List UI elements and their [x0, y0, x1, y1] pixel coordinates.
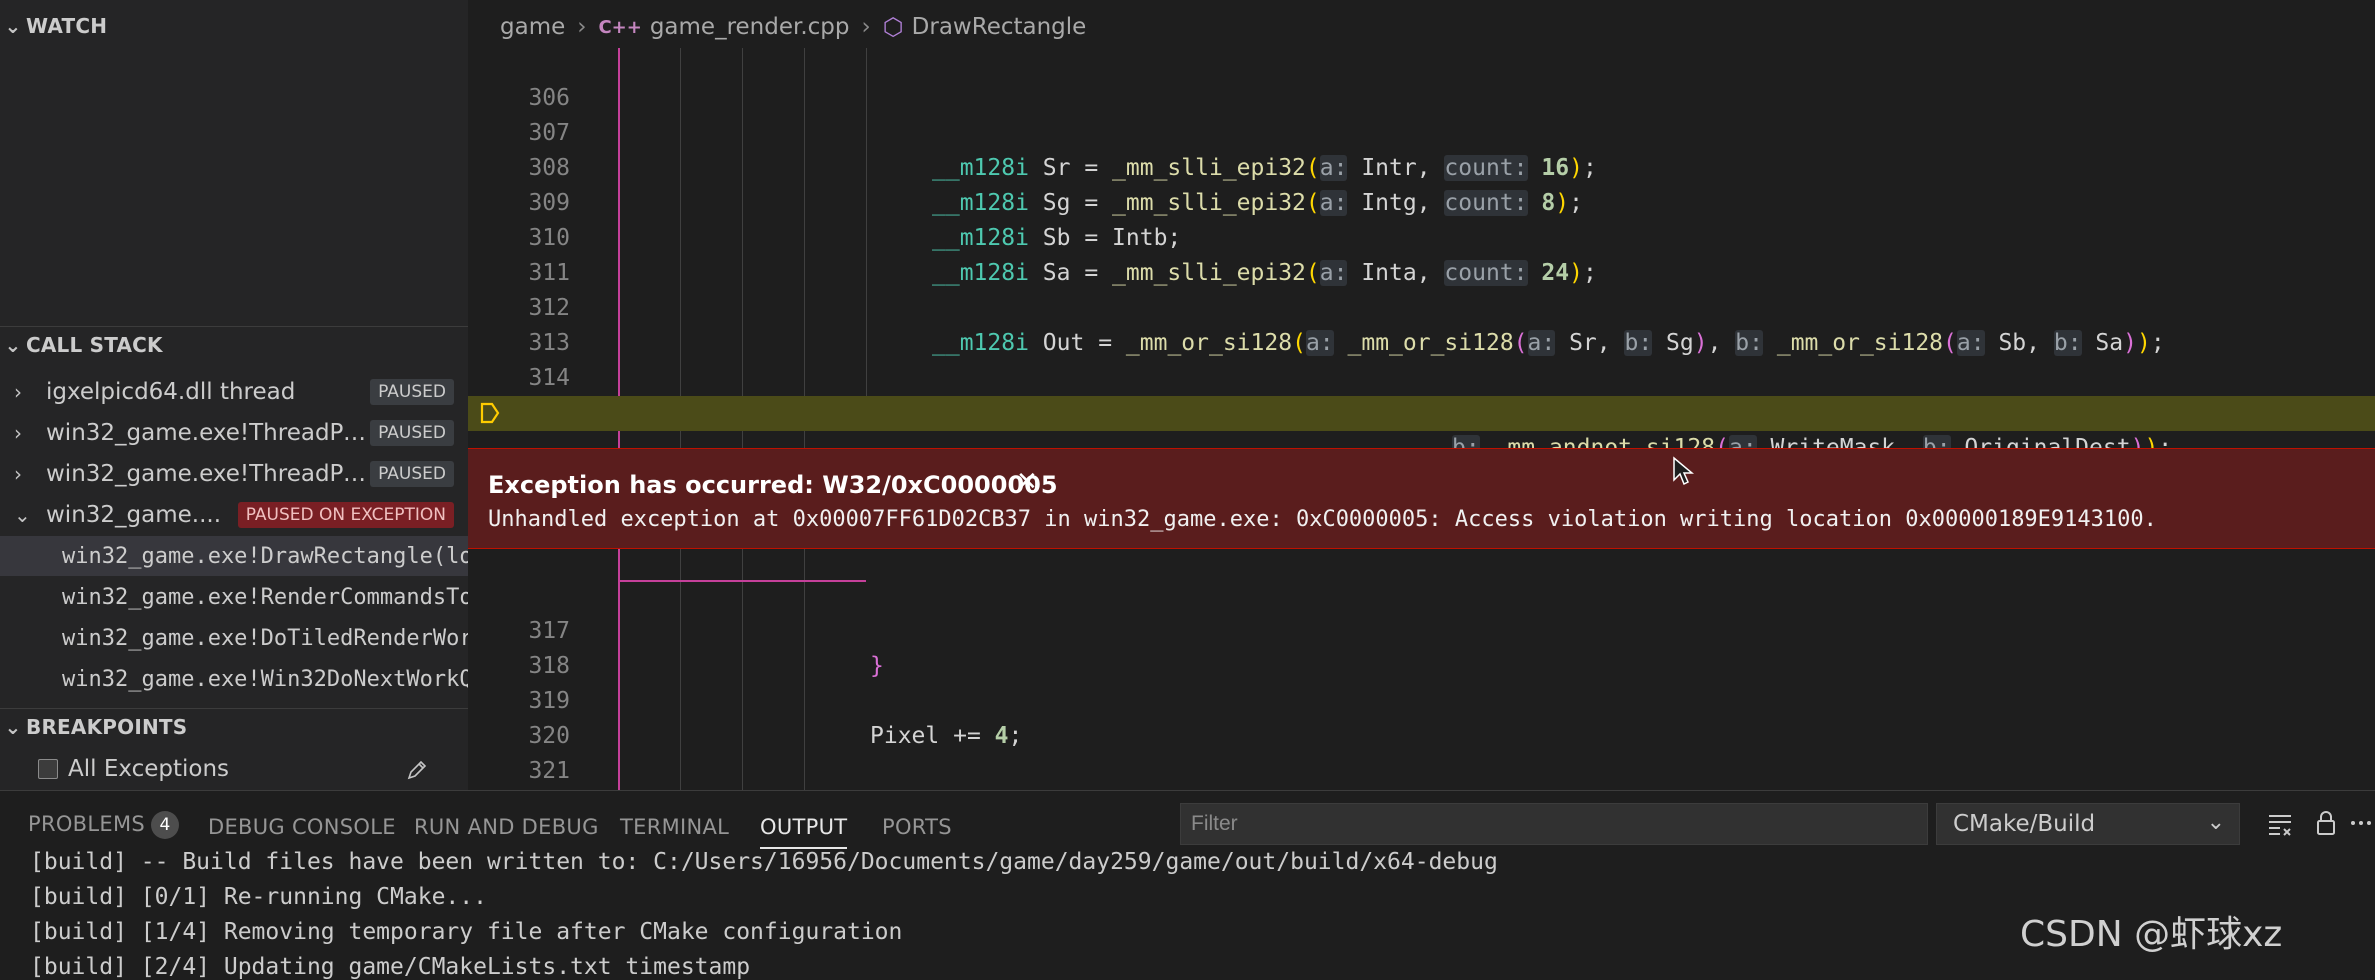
more-actions-icon[interactable]	[2350, 809, 2372, 837]
code-editor: game › C++ game_render.cpp › ⬡ DrawRecta…	[468, 0, 2375, 790]
code-line[interactable]: 314 __m128i MaskedOut = _mm_or_si128(a: …	[468, 326, 2375, 426]
code-line[interactable]: 311	[468, 221, 2375, 286]
breakpoints-title: BREAKPOINTS	[26, 715, 188, 739]
output-filter-input[interactable]	[1180, 803, 1928, 845]
output-line: [build] [1/4] Removing temporary file af…	[30, 919, 903, 945]
status-badge-exception: PAUSED ON EXCEPTION	[237, 502, 454, 528]
chevron-down-icon: ⌄	[4, 14, 22, 38]
breadcrumb-symbol[interactable]: DrawRectangle	[912, 14, 1087, 40]
stack-frame[interactable]: win32_game.exe!RenderCommandsTo	[0, 577, 468, 617]
breakpoints-section-header[interactable]: ⌄ BREAKPOINTS	[0, 709, 468, 745]
status-badge: PAUSED	[370, 420, 454, 446]
mouse-pointer-icon	[1673, 456, 1694, 486]
tab-debug-console[interactable]: DEBUG CONSOLE	[208, 815, 396, 839]
code-line[interactable]: 319 Pixel += 4;	[468, 649, 2375, 749]
exception-message: Unhandled exception at 0x00007FF61D02CB3…	[488, 507, 2157, 532]
chevron-down-icon: ⌄	[14, 503, 31, 527]
debug-sidebar: ⌄ WATCH ⌄ CALL STACK › igxelpicd64.dll t…	[0, 0, 468, 790]
status-badge: PAUSED	[370, 379, 454, 405]
thread-label: win32_game.exe!ThreadPr...	[46, 461, 371, 487]
thread-label: win32_game.exe!ThreadPr...	[46, 420, 371, 446]
method-cube-icon: ⬡	[882, 13, 904, 41]
chevron-down-icon: ⌄	[4, 715, 22, 739]
thread-row[interactable]: › win32_game.exe!ThreadPr... PAUSED	[0, 454, 468, 494]
exception-title: Exception has occurred: W32/0xC0000005	[488, 471, 1058, 499]
output-line: [build] [0/1] Re-running CMake...	[30, 884, 487, 910]
code-line[interactable]: 321 if ((XI + 8) < MaxX) {	[468, 719, 2375, 784]
breakpoint-all-exceptions[interactable]: All Exceptions	[0, 749, 468, 789]
output-channel-select[interactable]: CMake/Build ⌄	[1936, 803, 2240, 845]
cpp-file-icon: C++	[598, 16, 642, 38]
code-line[interactable]: 315 b: _mm_andnot_si128(a: WriteMask, b:…	[468, 361, 2375, 461]
stack-frame[interactable]: win32_game.exe!DrawRectangle(lo	[0, 536, 468, 576]
thread-row[interactable]: › igxelpicd64.dll thread PAUSED	[0, 372, 468, 412]
chevron-right-icon: ›	[577, 14, 587, 40]
code-line[interactable]: 308 __m128i Sg = _mm_slli_epi32(a: Intg,…	[468, 116, 2375, 216]
status-badge: PAUSED	[370, 461, 454, 487]
callstack-section-header[interactable]: ⌄ CALL STACK	[0, 327, 468, 363]
bottom-panel: PROBLEMS 4 DEBUG CONSOLE RUN AND DEBUG TE…	[0, 790, 2375, 980]
close-icon[interactable]: ✕	[1016, 467, 1038, 497]
watch-section-header[interactable]: ⌄ WATCH	[0, 8, 468, 44]
code-line[interactable]: 306	[468, 46, 2375, 111]
output-line: [build] -- Build files have been written…	[30, 849, 1498, 875]
code-line[interactable]: 322 ClipMask = _mm_set1_epi8(b: -1);	[468, 754, 2375, 789]
word-wrap-list-icon[interactable]	[2266, 809, 2294, 837]
stack-frame[interactable]: win32_game.exe!Win32DoNextWorkQ	[0, 659, 468, 699]
code-line[interactable]: 313	[468, 291, 2375, 356]
code-line[interactable]: 317 }	[468, 579, 2375, 679]
callstack-title: CALL STACK	[26, 333, 163, 357]
all-exceptions-checkbox[interactable]	[38, 759, 58, 779]
chevron-right-icon: ›	[14, 421, 22, 445]
tab-output[interactable]: OUTPUT	[760, 815, 848, 849]
lock-icon[interactable]	[2312, 809, 2340, 837]
paused-arrow-icon	[480, 402, 500, 424]
breadcrumb-folder[interactable]: game	[500, 14, 565, 40]
code-line[interactable]: 310 __m128i Sa = _mm_slli_epi32(a: Inta,…	[468, 186, 2375, 286]
code-line[interactable]: 320	[468, 684, 2375, 749]
tab-terminal[interactable]: TERMINAL	[620, 815, 729, 839]
chevron-right-icon: ›	[14, 462, 22, 486]
breadcrumb-file[interactable]: game_render.cpp	[650, 14, 850, 40]
stack-frame[interactable]: win32_game.exe!DoTiledRenderWor	[0, 618, 468, 658]
exception-widget: Exception has occurred: W32/0xC0000005 ✕…	[468, 448, 2375, 549]
edit-pencil-icon[interactable]	[404, 757, 430, 783]
code-line[interactable]: 309 __m128i Sb = Intb;	[468, 151, 2375, 251]
watch-title: WATCH	[26, 14, 108, 38]
thread-row-active[interactable]: ⌄ win32_game.... PAUSED ON EXCEPTION	[0, 495, 468, 535]
code-line[interactable]: 312 __m128i Out = _mm_or_si128(a: _mm_or…	[468, 256, 2375, 356]
output-line: [build] [2/4] Updating game/CMakeLists.t…	[30, 954, 751, 980]
chevron-right-icon: ›	[861, 14, 871, 40]
tab-run-and-debug[interactable]: RUN AND DEBUG	[414, 815, 599, 839]
chevron-down-icon: ⌄	[4, 333, 22, 357]
chevron-right-icon: ›	[14, 380, 22, 404]
chevron-down-icon: ⌄	[2206, 810, 2225, 835]
problems-count-badge: 4	[151, 811, 180, 839]
thread-label: win32_game....	[46, 502, 222, 528]
current-line[interactable]: 316 _mm_store_si128(p: (__m128i *)Pixel,…	[468, 396, 2375, 531]
code-line[interactable]: 318	[468, 614, 2375, 679]
thread-row[interactable]: › win32_game.exe!ThreadPr... PAUSED	[0, 413, 468, 453]
tab-ports[interactable]: PORTS	[882, 815, 952, 839]
tab-problems[interactable]: PROBLEMS 4	[28, 811, 180, 839]
code-line[interactable]: 307 __m128i Sr = _mm_slli_epi32(a: Intr,…	[468, 81, 2375, 181]
csdn-watermark: CSDN @虾球xz	[2020, 914, 2283, 955]
thread-label: igxelpicd64.dll thread	[46, 379, 296, 405]
all-exceptions-label: All Exceptions	[68, 756, 229, 782]
